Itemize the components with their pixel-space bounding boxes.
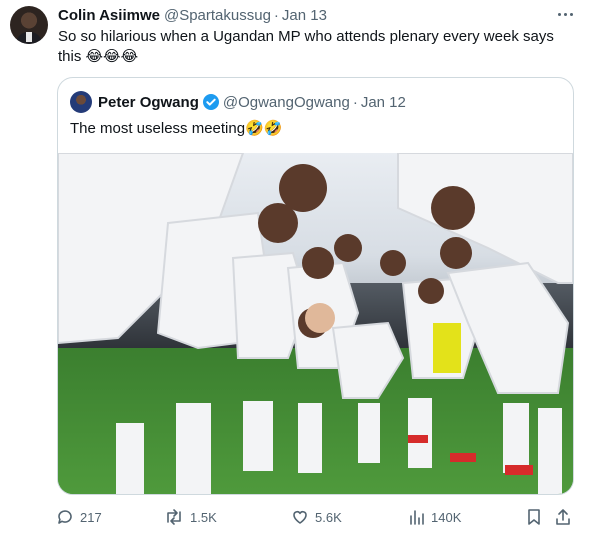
tweet-text: So so hilarious when a Ugandan MP who at…: [58, 28, 554, 65]
like-button[interactable]: 5.6K: [291, 506, 342, 528]
views-icon: [409, 508, 425, 526]
quoted-author-name[interactable]: Peter Ogwang: [98, 94, 199, 111]
reply-count: 217: [80, 509, 102, 525]
tweet[interactable]: Colin Asiimwe @Spartakussug · Jan 13 So …: [0, 0, 595, 544]
verified-badge-icon: [202, 94, 219, 110]
author-handle[interactable]: @Spartakussug: [164, 7, 271, 24]
share-button[interactable]: [554, 506, 572, 528]
author-avatar[interactable]: [10, 6, 48, 44]
tweet-actions: 217 1.5K 5.6K 140K: [56, 506, 576, 528]
quoted-tweet-header: Peter Ogwang @OgwangOgwang · Jan 12: [98, 92, 406, 112]
tweet-header: Colin Asiimwe @Spartakussug · Jan 13: [58, 5, 327, 25]
reply-button[interactable]: 217: [56, 506, 102, 528]
bookmark-icon: [526, 508, 542, 526]
retweet-icon: [164, 508, 184, 526]
views-button[interactable]: 140K: [409, 506, 461, 528]
view-count: 140K: [431, 509, 462, 525]
like-count: 5.6K: [315, 509, 342, 525]
quoted-date[interactable]: Jan 12: [361, 94, 406, 111]
separator: ·: [273, 6, 279, 24]
retweet-button[interactable]: 1.5K: [164, 506, 217, 528]
more-icon[interactable]: [552, 4, 578, 24]
team-huddle-illustration: [58, 153, 573, 494]
quoted-separator: ·: [352, 93, 358, 111]
reply-icon: [56, 508, 74, 526]
share-icon: [554, 508, 572, 526]
tweet-date[interactable]: Jan 13: [282, 7, 327, 24]
retweet-count: 1.5K: [190, 509, 217, 525]
heart-icon: [291, 508, 309, 526]
quoted-author-handle[interactable]: @OgwangOgwang: [223, 94, 350, 111]
quoted-photo[interactable]: [58, 153, 573, 494]
quoted-author-avatar[interactable]: [70, 91, 92, 113]
quoted-tweet[interactable]: Peter Ogwang @OgwangOgwang · Jan 12 The …: [57, 77, 574, 495]
quoted-text: The most useless meeting🤣🤣: [70, 120, 283, 137]
author-name[interactable]: Colin Asiimwe: [58, 7, 160, 24]
bookmark-button[interactable]: [526, 506, 542, 528]
